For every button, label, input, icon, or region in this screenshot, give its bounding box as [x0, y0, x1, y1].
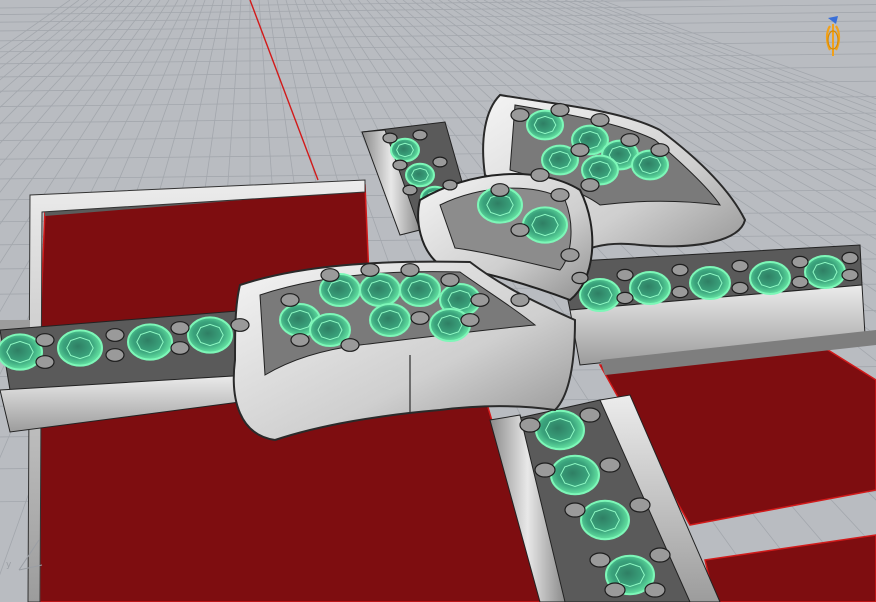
prong [671, 263, 689, 277]
prong [571, 271, 589, 285]
gem [390, 137, 420, 163]
prong [105, 328, 125, 342]
prong [402, 184, 418, 196]
prong [534, 462, 556, 478]
world-axis-icon [18, 539, 43, 571]
grid-line [0, 41, 876, 53]
prong [35, 355, 55, 369]
prong [791, 255, 809, 269]
prong [360, 263, 380, 277]
gem [580, 499, 630, 541]
prong [671, 285, 689, 299]
3d-scene[interactable] [0, 0, 876, 602]
prong [460, 313, 480, 327]
prong [841, 251, 859, 265]
prong [510, 108, 530, 122]
gem [127, 323, 173, 361]
gem [579, 278, 621, 312]
prong [599, 457, 621, 473]
prong [560, 248, 580, 262]
prong [470, 293, 490, 307]
prong [620, 133, 640, 147]
prong [650, 143, 670, 157]
gem [399, 273, 441, 307]
prong [320, 268, 340, 282]
prong [616, 291, 634, 305]
prong [616, 268, 634, 282]
gumball-axis-icon[interactable] [820, 12, 846, 60]
x-axis-line [249, 0, 319, 181]
grid-line [0, 80, 876, 92]
prong [170, 321, 190, 335]
prong [382, 132, 398, 144]
gem [550, 454, 600, 496]
gem [57, 329, 103, 367]
prong [564, 502, 586, 518]
prong [510, 223, 530, 237]
prong [230, 318, 250, 332]
prong [589, 552, 611, 568]
prong [35, 333, 55, 347]
prong [432, 156, 448, 168]
prong [340, 338, 360, 352]
prong [590, 113, 610, 127]
prong [579, 407, 601, 423]
prong [105, 348, 125, 362]
gem [187, 316, 233, 354]
prong [550, 103, 570, 117]
prong [580, 178, 600, 192]
prong [570, 143, 590, 157]
prong [442, 179, 458, 191]
gem [522, 206, 568, 244]
gem [629, 271, 671, 305]
grid-line [0, 20, 876, 32]
prong [400, 263, 420, 277]
prong [440, 273, 460, 287]
prong [731, 281, 749, 295]
prong [791, 275, 809, 289]
prong [412, 129, 428, 141]
prong [629, 497, 651, 513]
corner-axis-label: y [6, 560, 12, 570]
prong [731, 259, 749, 273]
gem [804, 255, 846, 289]
prong [841, 268, 859, 282]
gem [359, 273, 401, 307]
prong [392, 159, 408, 171]
prong [490, 183, 510, 197]
prong [604, 582, 626, 598]
prong [170, 341, 190, 355]
prong [280, 293, 300, 307]
prong [550, 188, 570, 202]
perspective-viewport[interactable]: y [0, 0, 876, 602]
gem [405, 162, 435, 188]
prong [290, 333, 310, 347]
prong [649, 547, 671, 563]
prong [410, 311, 430, 325]
gem [689, 266, 731, 300]
prong [510, 293, 530, 307]
grid-line [0, 30, 876, 42]
gem [535, 409, 585, 451]
gem [369, 303, 411, 337]
prong [519, 417, 541, 433]
prong [530, 168, 550, 182]
gem [749, 261, 791, 295]
prong [644, 582, 666, 598]
